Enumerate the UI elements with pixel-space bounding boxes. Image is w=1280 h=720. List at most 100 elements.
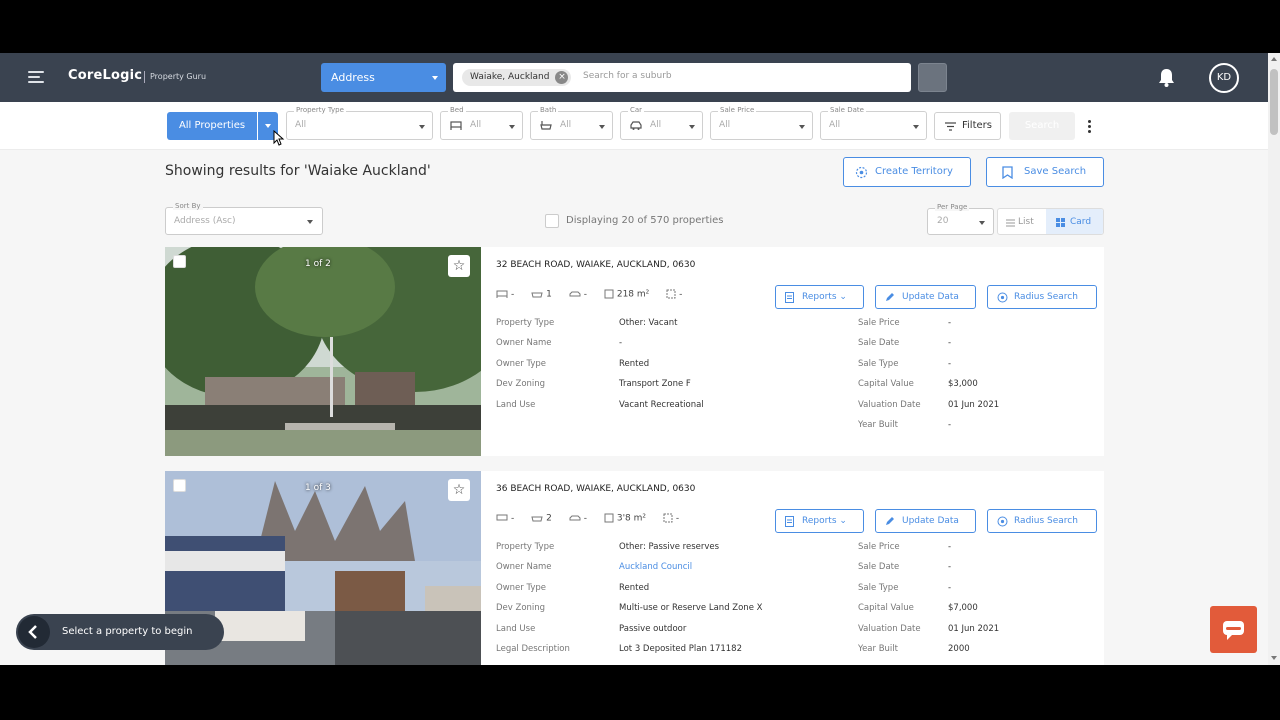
- reports-button[interactable]: Reports ⌄: [775, 509, 864, 533]
- detail-key: Sale Date: [858, 562, 900, 572]
- owner-name-link[interactable]: Auckland Council: [619, 562, 692, 572]
- sale-date-select[interactable]: Sale Date All: [820, 106, 927, 140]
- land-value: 3'8 m²: [616, 513, 647, 524]
- car-select[interactable]: Car All: [620, 106, 703, 140]
- grid-icon: [1056, 218, 1065, 227]
- floor-area-icon: [666, 289, 676, 299]
- detail-key: Year Built: [858, 420, 898, 430]
- location-search-input[interactable]: Waiake, Auckland × Search for a suburb: [453, 63, 911, 92]
- field-label: Car: [628, 106, 645, 114]
- remove-chip-icon[interactable]: ×: [555, 71, 569, 84]
- detail-value: $3,000: [948, 379, 978, 389]
- chevron-down-icon: [689, 125, 695, 129]
- detail-key: Land Use: [496, 624, 536, 634]
- territory-icon: [855, 166, 868, 179]
- select-all-checkbox[interactable]: [545, 214, 559, 228]
- detail-value: Other: Passive reserves: [619, 542, 720, 552]
- reports-button[interactable]: Reports ⌄: [775, 285, 864, 309]
- property-image: [165, 247, 481, 456]
- per-page-label: Per Page: [935, 203, 970, 211]
- detail-key: Legal Description: [496, 644, 570, 654]
- all-properties-button[interactable]: All Properties: [167, 112, 257, 140]
- update-data-button[interactable]: Update Data: [875, 285, 976, 309]
- search-mode-dropdown[interactable]: Address: [321, 63, 446, 92]
- property-address[interactable]: 32 BEACH ROAD, WAIAKE, AUCKLAND, 0630: [496, 260, 695, 270]
- star-icon[interactable]: ☆: [448, 255, 470, 277]
- property-card[interactable]: 1 of 2 ☆ 32 BEACH ROAD, WAIAKE, AUCKLAND…: [165, 247, 1104, 456]
- star-icon[interactable]: ☆: [448, 479, 470, 501]
- detail-value: $7,000: [948, 603, 978, 613]
- radius-search-label: Radius Search: [1014, 516, 1078, 526]
- property-card[interactable]: 1 of 3 ☆ 36 BEACH ROAD, WAIAKE, AUCKLAND…: [165, 471, 1104, 665]
- detail-key: Valuation Date: [858, 624, 921, 634]
- per-page-select[interactable]: Per Page 20: [927, 203, 994, 235]
- scroll-up-icon[interactable]: [1271, 57, 1277, 61]
- update-data-label: Update Data: [902, 516, 959, 526]
- save-search-button[interactable]: Save Search: [986, 157, 1104, 187]
- chevron-down-icon: [509, 125, 515, 129]
- property-attributes: - 1 - 218 m² -: [496, 289, 696, 300]
- field-value: All: [560, 120, 572, 130]
- search-submit-button[interactable]: [918, 63, 947, 92]
- chat-icon: [1223, 621, 1244, 640]
- bath-icon: [531, 516, 543, 522]
- sort-by-select[interactable]: Sort By Address (Asc): [165, 202, 323, 235]
- radius-search-button[interactable]: Radius Search: [987, 285, 1097, 309]
- detail-key: Sale Type: [858, 359, 899, 369]
- detail-value: -: [948, 583, 952, 593]
- bath-count: 1: [531, 289, 552, 300]
- filters-button[interactable]: Filters: [934, 112, 1001, 140]
- bath-select[interactable]: Bath All: [530, 106, 613, 140]
- pencil-icon: [886, 517, 894, 525]
- bell-icon[interactable]: [1158, 68, 1175, 87]
- property-type-select[interactable]: Property Type All: [286, 106, 433, 140]
- radius-icon: [997, 292, 1008, 303]
- chevron-down-icon: [913, 125, 919, 129]
- mouse-cursor-icon: [273, 130, 285, 146]
- detail-key: Owner Name: [496, 338, 552, 348]
- sale-price-select[interactable]: Sale Price All: [710, 106, 813, 140]
- chat-button[interactable]: [1210, 606, 1257, 653]
- radius-search-button[interactable]: Radius Search: [987, 509, 1097, 533]
- floor-value: -: [675, 513, 680, 524]
- detail-value: -: [948, 542, 952, 552]
- bed-icon: [450, 121, 462, 130]
- detail-value: -: [948, 338, 952, 348]
- select-property-checkbox[interactable]: [173, 255, 186, 268]
- bed-icon: [496, 290, 508, 298]
- property-address[interactable]: 36 BEACH ROAD, WAIAKE, AUCKLAND, 0630: [496, 484, 695, 494]
- more-options-icon[interactable]: [1088, 120, 1092, 135]
- card-view-button[interactable]: Card: [1046, 209, 1103, 234]
- update-data-button[interactable]: Update Data: [875, 509, 976, 533]
- select-property-checkbox[interactable]: [173, 479, 186, 492]
- field-label: Sale Price: [718, 106, 757, 114]
- scroll-down-icon[interactable]: [1271, 656, 1277, 660]
- scroll-thumb[interactable]: [1270, 69, 1278, 135]
- search-mode-label: Address: [331, 71, 375, 84]
- bath-count: 2: [531, 513, 552, 524]
- field-label: Bath: [538, 106, 559, 114]
- detail-value: Rented: [619, 359, 650, 369]
- menu-icon[interactable]: [28, 71, 44, 83]
- detail-value: 01 Jun 2021: [948, 624, 1000, 634]
- collapse-panel-button[interactable]: [18, 616, 50, 648]
- user-avatar[interactable]: KD: [1209, 63, 1239, 93]
- search-button[interactable]: Search: [1009, 112, 1075, 140]
- chevron-down-icon: [307, 220, 313, 224]
- create-territory-button[interactable]: Create Territory: [843, 157, 971, 187]
- detail-key: Sale Price: [858, 318, 900, 328]
- detail-key: Property Type: [496, 318, 555, 328]
- list-view-button[interactable]: List: [998, 209, 1046, 234]
- detail-value: Other: Vacant: [619, 318, 678, 328]
- photo-counter: 1 of 2: [305, 259, 331, 269]
- sort-by-label: Sort By: [173, 202, 203, 210]
- page-scrollbar[interactable]: [1268, 53, 1280, 665]
- bath-icon: [531, 292, 543, 298]
- reports-label: Reports: [802, 516, 837, 526]
- bed-select[interactable]: Bed All: [440, 106, 523, 140]
- land-value: 218 m²: [616, 289, 650, 300]
- detail-key: Property Type: [496, 542, 555, 552]
- property-photo[interactable]: 1 of 2 ☆: [165, 247, 481, 456]
- floor-area-icon: [663, 513, 673, 523]
- field-value: All: [719, 120, 731, 130]
